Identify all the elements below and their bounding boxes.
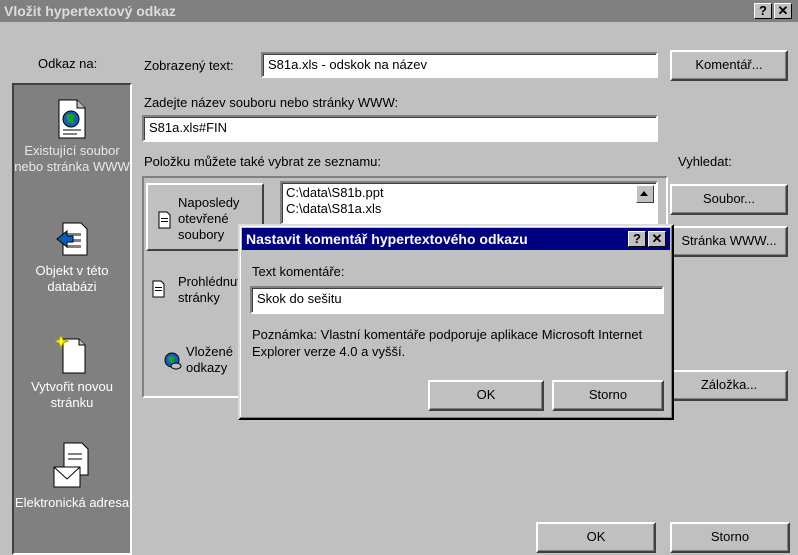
display-text-input[interactable]: S81a.xls - odskok na název bbox=[261, 52, 658, 78]
recent-files-icon bbox=[156, 211, 172, 233]
sidebar-item-label: Elektronická adresa bbox=[14, 495, 130, 510]
sidebar-item-new-page[interactable]: Vytvořit novou stránku bbox=[14, 333, 130, 411]
list-item[interactable]: C:\data\S81b.ppt bbox=[286, 185, 384, 201]
inserted-links-icon bbox=[164, 352, 182, 374]
link-to-label: Odkaz na: bbox=[38, 56, 98, 71]
list-item[interactable]: C:\data\S81a.xls bbox=[286, 201, 381, 217]
comment-text-input[interactable]: Skok do sešitu bbox=[250, 286, 664, 314]
help-button[interactable]: ? bbox=[754, 3, 772, 19]
new-page-icon bbox=[52, 333, 89, 375]
ok-button[interactable]: OK bbox=[536, 522, 656, 553]
file-list[interactable]: C:\data\S81b.ppt C:\data\S81a.xls bbox=[280, 181, 658, 225]
comment-note: Poznámka: Vlastní komentáře podporuje ap… bbox=[252, 327, 643, 359]
scroll-up-icon bbox=[640, 191, 648, 196]
comment-button[interactable]: Komentář... bbox=[670, 50, 788, 81]
bookmark-button[interactable]: Záložka... bbox=[670, 370, 788, 401]
sidebar-item-label: Objekt v této databázi bbox=[35, 263, 109, 294]
comment-text-label: Text komentáře: bbox=[252, 264, 345, 279]
database-object-icon bbox=[55, 219, 89, 259]
filename-label: Zadejte název souboru nebo stránky WWW: bbox=[144, 95, 399, 110]
email-icon bbox=[52, 441, 92, 491]
comment-dialog: Nastavit komentář hypertextového odkazu … bbox=[238, 224, 674, 420]
comment-cancel-button[interactable]: Storno bbox=[552, 380, 664, 411]
comment-ok-button[interactable]: OK bbox=[428, 380, 544, 411]
scroll-up-button[interactable] bbox=[636, 185, 654, 203]
display-text-label: Zobrazený text: bbox=[144, 58, 234, 73]
comment-dialog-title-bar[interactable]: Nastavit komentář hypertextového odkazu bbox=[242, 228, 670, 250]
web-page-icon bbox=[55, 99, 89, 139]
link-to-sidebar: Existující soubor nebo stránka WWW Objek… bbox=[12, 83, 132, 555]
cancel-button[interactable]: Storno bbox=[670, 522, 790, 553]
window-title-bar[interactable]: Vložit hypertextový odkaz bbox=[0, 0, 798, 22]
browsed-pages-icon bbox=[150, 280, 166, 302]
comment-dialog-title: Nastavit komentář hypertextového odkazu bbox=[246, 231, 528, 247]
filename-input[interactable]: S81a.xls#FIN bbox=[142, 115, 658, 142]
comment-dialog-close-button[interactable]: ✕ bbox=[648, 231, 666, 247]
file-search-button[interactable]: Soubor... bbox=[670, 184, 788, 215]
sidebar-item-database-object[interactable]: Objekt v této databázi bbox=[14, 219, 130, 295]
search-label: Vyhledat: bbox=[678, 154, 732, 169]
close-button[interactable]: ✕ bbox=[774, 3, 792, 19]
sidebar-item-existing-file[interactable]: Existující soubor nebo stránka WWW bbox=[14, 99, 130, 175]
web-page-search-button[interactable]: Stránka WWW... bbox=[670, 226, 788, 257]
list-label: Položku můžete také vybrat ze seznamu: bbox=[144, 154, 382, 169]
comment-dialog-help-button[interactable]: ? bbox=[628, 231, 646, 247]
window-title: Vložit hypertextový odkaz bbox=[4, 3, 176, 19]
sidebar-item-label: Existující soubor nebo stránka WWW bbox=[14, 143, 130, 174]
sidebar-item-email[interactable]: Elektronická adresa bbox=[14, 441, 130, 511]
sidebar-item-label: Vytvořit novou stránku bbox=[31, 379, 113, 410]
